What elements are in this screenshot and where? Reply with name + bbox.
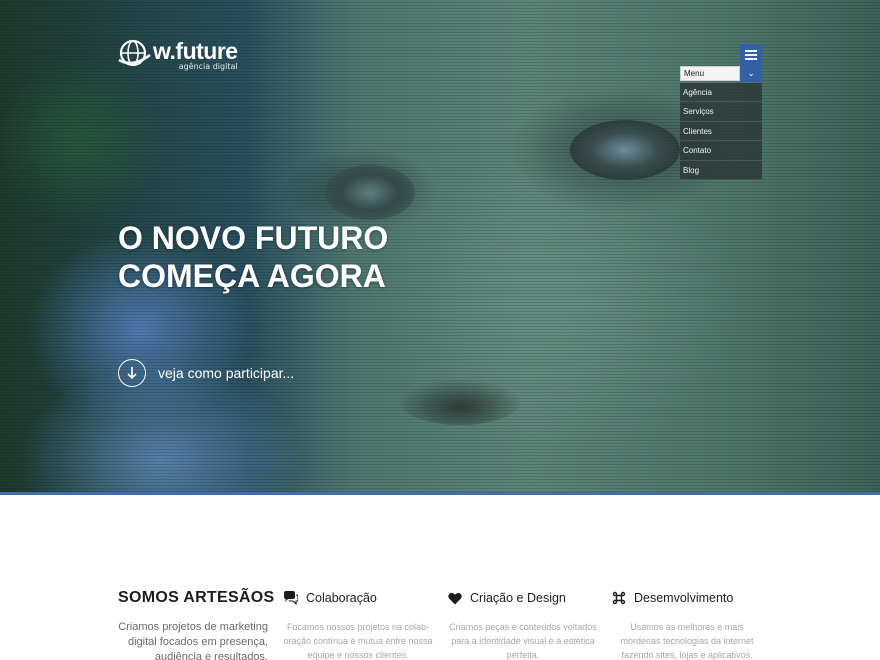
about-heading: SOMOS ARTESÃOS [118,589,275,606]
feature-text: Focamos nossos projetos na colab-oração … [283,622,433,660]
logo[interactable]: w.future agência digital [117,38,238,71]
menu-toggle-button[interactable]: ⌄ [740,44,762,82]
heart-icon [448,592,462,604]
globe-logo-icon [118,39,151,67]
nav-menu: Agência Serviços Clientes Contato Blog [680,83,762,180]
cta-link[interactable]: veja como participar... [118,359,294,387]
hero-title: O NOVO FUTURO COMEÇA AGORA [118,219,388,295]
hero-photo-eye-right [570,120,680,180]
hero-title-line2: COMEÇA AGORA [118,258,386,294]
chevron-down-icon: ⌄ [747,69,755,79]
feature-criacao-design: Criação e Design Criamos peças e conteúd… [448,589,598,660]
feature-title: Desemvolvimento [634,591,734,605]
feature-title: Criação e Design [470,591,566,605]
nav-item-agencia[interactable]: Agência [680,83,762,103]
feature-desenvolvimento: Desemvolvimento Usamos as melhores e mai… [612,589,762,660]
feature-text: Usamos as melhores e mais mordenas tecno… [620,622,754,660]
logo-wordmark: w.future [153,38,238,64]
feature-colaboracao: Colaboração Focamos nossos projetos na c… [283,589,433,660]
hero-photo-eye-left [325,165,415,220]
hamburger-icon [745,50,757,60]
hero-title-line1: O NOVO FUTURO [118,220,389,256]
hero-banner: w.future agência digital ⌄ Menu Agência … [0,0,880,495]
menu-select[interactable]: Menu [680,66,740,81]
nav-item-clientes[interactable]: Clientes [680,122,762,142]
feature-title: Colaboração [306,591,377,605]
hero-photo-nose [400,380,520,425]
feature-text: Criamos peças e conteúdos voltados para … [449,622,597,660]
about-text: Criamos projetos de marketing digital fo… [118,621,268,660]
arrow-down-icon [118,359,146,387]
cta-label: veja como participar... [158,365,295,381]
nav-item-contato[interactable]: Contato [680,141,762,161]
nav-item-blog[interactable]: Blog [680,161,762,180]
nav-item-servicos[interactable]: Serviços [680,102,762,122]
speech-bubbles-icon [284,591,298,605]
command-icon [612,591,626,605]
